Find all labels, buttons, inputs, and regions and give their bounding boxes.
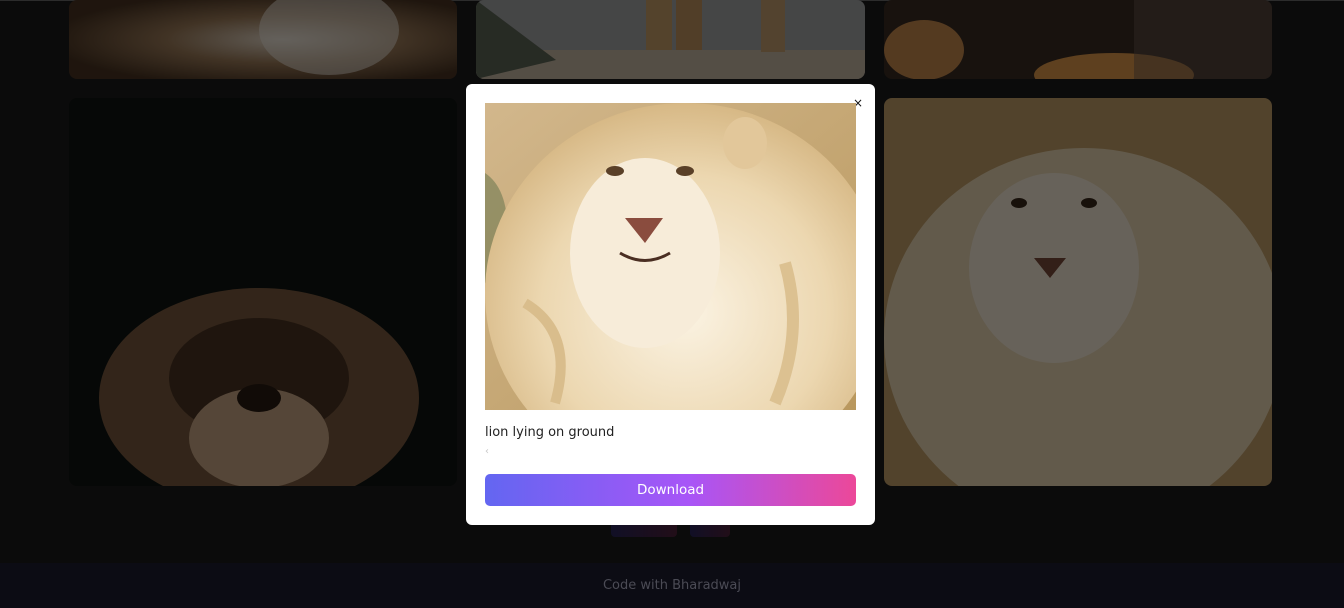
footer-credit: Code with Bharadwaj bbox=[602, 578, 742, 593]
download-button[interactable]: Download bbox=[485, 474, 856, 506]
image-caption: lion lying on ground bbox=[485, 425, 615, 440]
white-lion-photo bbox=[485, 103, 856, 410]
image-modal: × lion lying on ground ‹ Download bbox=[466, 84, 875, 525]
footer: Code with Bharadwaj bbox=[0, 563, 1344, 608]
modal-image bbox=[485, 103, 856, 410]
chevron-left-icon: ‹ bbox=[485, 446, 489, 457]
gallery-page: Code with Bharadwaj × lion lying on grou… bbox=[0, 0, 1344, 608]
